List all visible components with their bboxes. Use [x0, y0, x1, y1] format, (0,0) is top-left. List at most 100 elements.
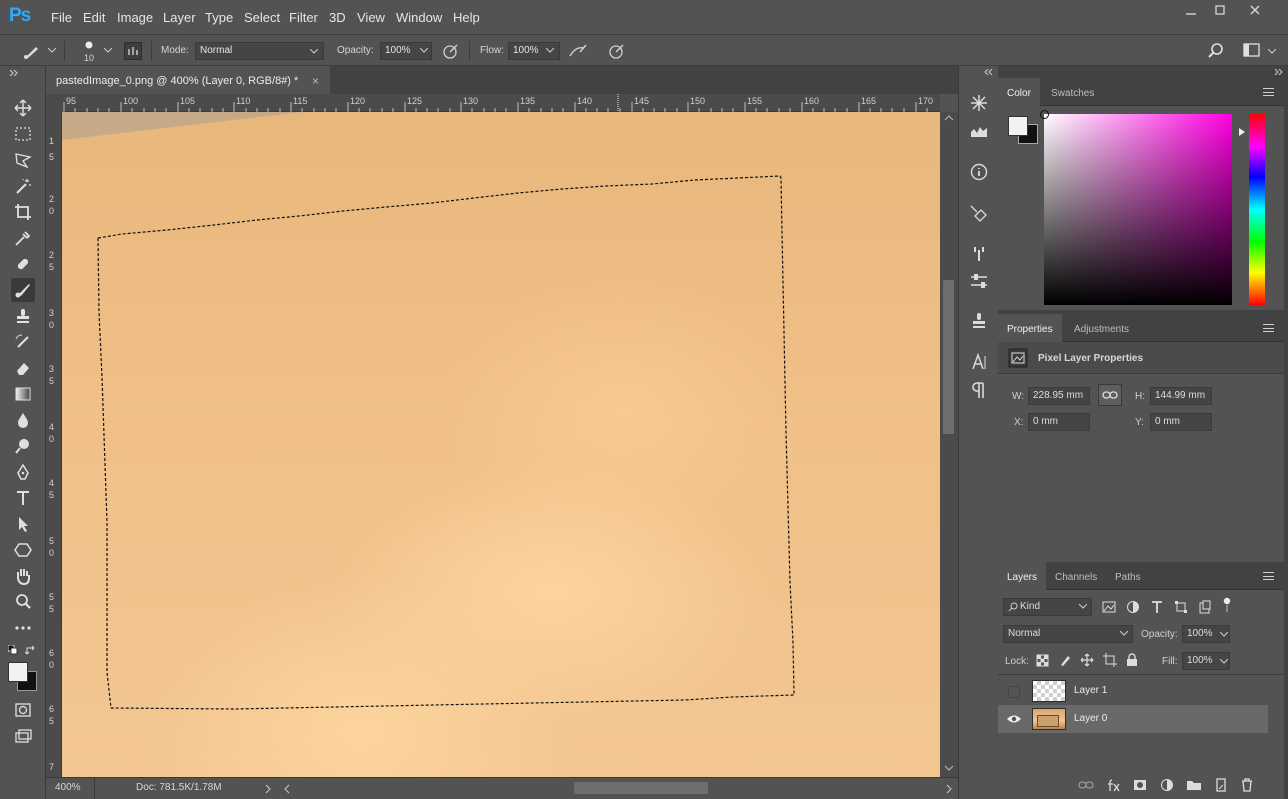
healing-brush-tool[interactable]: [11, 252, 35, 276]
color-spectrum-field[interactable]: [1040, 110, 1232, 305]
menu-view[interactable]: View: [357, 10, 385, 25]
lock-pixels-icon[interactable]: [1058, 654, 1071, 667]
tab-layers[interactable]: Layers: [998, 562, 1047, 590]
menu-3d[interactable]: 3D: [329, 10, 346, 25]
eyedropper-tool[interactable]: [11, 226, 35, 250]
tab-color[interactable]: Color: [998, 78, 1040, 106]
document-tab[interactable]: pastedImage_0.png @ 400% (Layer 0, RGB/8…: [46, 66, 330, 94]
character-panel-button[interactable]: [967, 351, 991, 373]
chevron-down-icon[interactable]: [104, 48, 112, 54]
3d-panel-button[interactable]: [967, 92, 991, 114]
menu-select[interactable]: Select: [244, 10, 280, 25]
menu-type[interactable]: Type: [205, 10, 233, 25]
layer-filter-kind-select[interactable]: Kind: [1003, 598, 1092, 616]
vertical-ruler[interactable]: 1 5 2 0 2 5 3 0 3 5 4 0 4 5 5 0 5 5 6 0 …: [46, 112, 62, 777]
x-input[interactable]: 0 mm: [1028, 413, 1090, 431]
chevron-down-icon[interactable]: [1268, 49, 1276, 55]
default-colors-icon[interactable]: [8, 645, 18, 655]
zoom-tool[interactable]: [11, 590, 35, 614]
menu-file[interactable]: File: [51, 10, 72, 25]
filter-pixel-icon[interactable]: [1102, 601, 1116, 613]
menu-image[interactable]: Image: [117, 10, 153, 25]
tab-properties[interactable]: Properties: [998, 314, 1062, 342]
pen-tool[interactable]: [11, 460, 35, 484]
menu-filter[interactable]: Filter: [289, 10, 318, 25]
blur-tool[interactable]: [11, 408, 35, 432]
zoom-level[interactable]: 400%: [55, 782, 81, 793]
pressure-size-icon[interactable]: [608, 42, 626, 60]
height-input[interactable]: 144.99 mm: [1150, 387, 1212, 405]
menu-help[interactable]: Help: [453, 10, 480, 25]
scroll-left-icon[interactable]: [284, 784, 290, 794]
visibility-toggle[interactable]: [1008, 686, 1020, 698]
lock-transparency-icon[interactable]: [1036, 654, 1049, 667]
chevron-down-icon[interactable]: [1220, 659, 1228, 665]
minimize-button[interactable]: [1180, 4, 1202, 20]
lock-artboard-icon[interactable]: [1103, 653, 1117, 667]
clone-source-panel-button[interactable]: [967, 310, 991, 332]
hue-slider-marker-icon[interactable]: [1239, 128, 1247, 136]
brush-panel-toggle[interactable]: [124, 42, 142, 60]
layer-name[interactable]: Layer 0: [1074, 713, 1107, 724]
layer-style-button[interactable]: [1105, 778, 1121, 792]
path-selection-tool[interactable]: [11, 512, 35, 536]
panel-menu-icon[interactable]: [1263, 88, 1274, 96]
color-picker-handle[interactable]: [1040, 110, 1049, 119]
brush-tool-preset-icon[interactable]: [22, 43, 44, 59]
filter-shape-icon[interactable]: [1174, 600, 1188, 614]
move-tool[interactable]: [11, 96, 35, 120]
brush-tip-icon[interactable]: [84, 40, 94, 50]
more-tools[interactable]: [11, 616, 35, 640]
chevron-down-icon[interactable]: [420, 48, 428, 54]
link-dimensions-button[interactable]: [1098, 384, 1122, 406]
hand-tool[interactable]: [11, 564, 35, 588]
tab-paths[interactable]: Paths: [1106, 562, 1150, 590]
eraser-tool[interactable]: [11, 356, 35, 380]
tab-adjustments[interactable]: Adjustments: [1065, 314, 1138, 342]
search-icon[interactable]: [1208, 43, 1224, 59]
tab-swatches[interactable]: Swatches: [1042, 78, 1103, 106]
screen-mode-button[interactable]: [11, 724, 35, 748]
paragraph-panel-button[interactable]: [967, 379, 991, 401]
width-input[interactable]: 228.95 mm: [1028, 387, 1090, 405]
scroll-right-icon[interactable]: [946, 784, 952, 794]
tab-channels[interactable]: Channels: [1046, 562, 1106, 590]
clone-stamp-tool[interactable]: [11, 304, 35, 328]
blend-mode-select[interactable]: Normal: [1003, 625, 1133, 643]
layer-row[interactable]: Layer 1: [998, 677, 1268, 705]
ruler-origin[interactable]: [46, 94, 62, 112]
filter-type-icon[interactable]: [1150, 600, 1164, 614]
link-layers-button[interactable]: [1078, 778, 1094, 792]
brushes-panel-button[interactable]: [967, 242, 991, 264]
airbrush-icon[interactable]: [568, 42, 588, 60]
filter-adjustment-icon[interactable]: [1126, 600, 1140, 614]
crop-tool[interactable]: [11, 200, 35, 224]
color-fg-swatch[interactable]: [1008, 116, 1028, 136]
new-adjustment-button[interactable]: [1159, 778, 1175, 792]
panel-menu-icon[interactable]: [1263, 324, 1274, 332]
vertical-scrollbar[interactable]: [940, 112, 958, 777]
chevron-down-icon[interactable]: [546, 48, 554, 54]
adjust-panel-button[interactable]: [967, 270, 991, 292]
info-panel-button[interactable]: [967, 161, 991, 183]
mode-select[interactable]: Normal: [195, 42, 324, 60]
layer-name[interactable]: Layer 1: [1074, 685, 1107, 696]
shape-tool[interactable]: [11, 538, 35, 562]
chevron-down-icon[interactable]: [48, 48, 56, 54]
y-input[interactable]: 0 mm: [1150, 413, 1212, 431]
delete-layer-button[interactable]: [1239, 778, 1255, 792]
magic-wand-tool[interactable]: [11, 174, 35, 198]
scroll-down-icon[interactable]: [944, 764, 954, 772]
new-layer-button[interactable]: [1213, 778, 1229, 792]
filter-smart-object-icon[interactable]: [1198, 600, 1212, 614]
swap-colors-icon[interactable]: [25, 645, 37, 657]
lasso-tool[interactable]: [11, 148, 35, 172]
new-group-button[interactable]: [1186, 778, 1202, 792]
status-menu-arrow-icon[interactable]: [265, 784, 271, 794]
close-window-button[interactable]: [1244, 4, 1266, 20]
menu-window[interactable]: Window: [396, 10, 442, 25]
vertical-scroll-thumb[interactable]: [943, 280, 954, 434]
chevron-down-icon[interactable]: [1220, 632, 1228, 638]
menu-edit[interactable]: Edit: [83, 10, 105, 25]
horizontal-scroll-thumb[interactable]: [574, 782, 708, 794]
